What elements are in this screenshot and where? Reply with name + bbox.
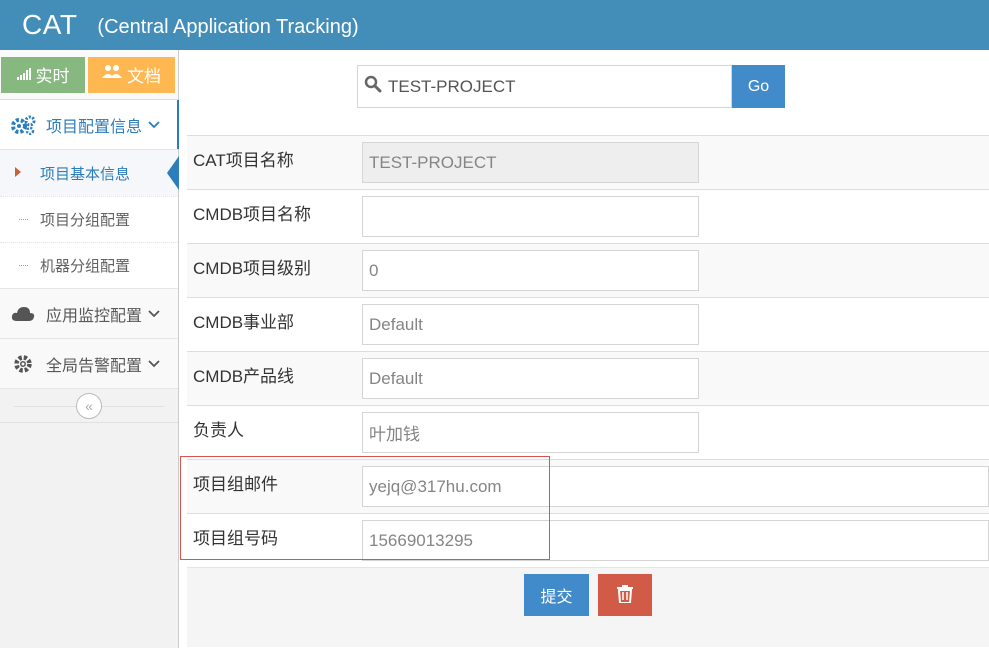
sidebar-shortcuts: 实时 文档 [0, 50, 178, 100]
cmdb-project-level-field[interactable] [362, 250, 699, 291]
field-label: CMDB事业部 [193, 313, 295, 332]
chevron-down-icon [148, 357, 160, 371]
shortcut-live-label: 实时 [35, 67, 70, 86]
field-label: CMDB项目名称 [193, 205, 312, 224]
form-row-group-email: 项目组邮件 [187, 459, 989, 513]
navbar: CAT (Central Application Tracking) [0, 0, 989, 50]
gear-icon [10, 354, 36, 374]
main-content: Go CAT项目名称 CMDB项目名称 CMDB项目级别 CMDB事业部 CMD… [180, 50, 989, 648]
form-row-cmdb-division: CMDB事业部 [187, 297, 989, 351]
users-icon [102, 64, 122, 85]
search-icon [364, 75, 382, 98]
search-input[interactable] [388, 76, 708, 97]
chevron-down-icon [148, 307, 160, 321]
field-label: CMDB产品线 [193, 367, 295, 386]
trash-icon [617, 584, 633, 606]
sidebar-menu-project-config[interactable]: 项目配置信息 [0, 100, 179, 150]
shortcut-live-button[interactable]: 实时 [1, 56, 85, 93]
caret-right-icon [15, 167, 21, 177]
sidebar-menu-app-monitor-config[interactable]: 应用监控配置 [0, 289, 178, 339]
sidebar-item-machine-group-config[interactable]: 机器分组配置 [0, 242, 178, 288]
group-phone-field[interactable] [362, 520, 989, 561]
sidebar-menu-label: 项目配置信息 [46, 118, 143, 136]
field-label: 项目组号码 [193, 529, 278, 548]
cogs-icon [10, 115, 36, 135]
project-search: Go [357, 65, 785, 108]
sidebar: 实时 文档 项目配置信息 项目基本信息 项目分组配置 机器分组配置 应用监控配置… [0, 50, 179, 648]
sidebar-collapse-row: « [0, 389, 178, 423]
shortcut-docs-button[interactable]: 文档 [88, 56, 175, 93]
sidebar-menu-label: 全局告警配置 [46, 357, 143, 375]
owner-field[interactable] [362, 412, 699, 453]
go-button[interactable]: Go [732, 65, 785, 108]
group-email-field[interactable] [362, 466, 989, 507]
project-info-form: CAT项目名称 CMDB项目名称 CMDB项目级别 CMDB事业部 CMDB产品… [180, 135, 989, 647]
chevron-down-icon [148, 118, 160, 132]
sidebar-item-label: 项目分组配置 [40, 212, 131, 229]
sidebar-item-label: 机器分组配置 [40, 258, 131, 275]
cat-project-name-field [362, 142, 699, 183]
submit-button[interactable]: 提交 [524, 574, 589, 616]
delete-button[interactable] [598, 574, 652, 616]
sidebar-submenu: 项目基本信息 项目分组配置 机器分组配置 [0, 150, 179, 289]
tree-dash [19, 265, 28, 266]
sidebar-item-label: 项目基本信息 [40, 165, 131, 183]
signal-icon [16, 65, 31, 85]
double-chevron-left-icon[interactable]: « [76, 392, 102, 419]
active-indicator [167, 156, 179, 190]
cmdb-product-line-field[interactable] [362, 358, 699, 399]
sidebar-menu-label: 应用监控配置 [46, 307, 143, 325]
search-box [357, 65, 732, 108]
cloud-icon [10, 306, 36, 322]
shortcut-docs-label: 文档 [127, 67, 161, 86]
sidebar-item-project-group-config[interactable]: 项目分组配置 [0, 196, 178, 242]
sidebar-item-project-basic-info[interactable]: 项目基本信息 [0, 150, 179, 196]
form-row-cmdb-product-line: CMDB产品线 [187, 351, 989, 405]
form-row-cmdb-project-level: CMDB项目级别 [187, 243, 989, 297]
field-label: CMDB项目级别 [193, 259, 312, 278]
brand-logo[interactable]: CAT [22, 9, 77, 41]
form-actions: 提交 [187, 567, 989, 647]
field-label: 项目组邮件 [193, 475, 278, 494]
field-label: 负责人 [193, 421, 244, 440]
form-row-group-phone: 项目组号码 [187, 513, 989, 567]
form-row-cat-project-name: CAT项目名称 [187, 135, 989, 189]
form-row-cmdb-project-name: CMDB项目名称 [187, 189, 989, 243]
brand-subtitle: (Central Application Tracking) [97, 15, 359, 38]
form-row-owner: 负责人 [187, 405, 989, 459]
tree-dash [19, 219, 28, 220]
cmdb-project-name-field[interactable] [362, 196, 699, 237]
sidebar-menu-global-alert-config[interactable]: 全局告警配置 [0, 339, 178, 389]
cmdb-division-field[interactable] [362, 304, 699, 345]
field-label: CAT项目名称 [193, 151, 294, 170]
